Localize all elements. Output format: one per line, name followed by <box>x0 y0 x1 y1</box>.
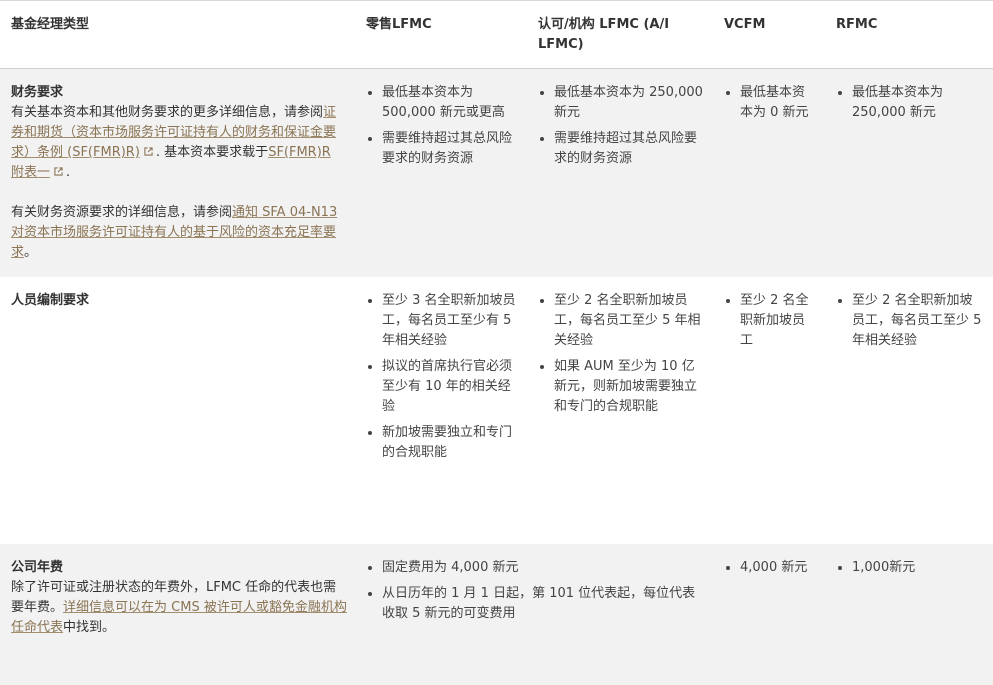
list-item: 需要维持超过其总风险要求的财务资源 <box>368 129 519 169</box>
requirement-list: 最低基本资本为 500,000 新元或更高 需要维持超过其总风险要求的财务资源 <box>366 83 519 169</box>
desc-text: 。 <box>24 245 38 260</box>
financial-requirements-row: 财务要求 有关基本资本和其他财务要求的更多详细信息，请参阅证券和期货（资本市场服… <box>0 68 993 277</box>
header-vcfm: VCFM <box>713 0 825 69</box>
list-item: 新加坡需要独立和专门的合规职能 <box>368 423 519 463</box>
row-description: 有关基本资本和其他财务要求的更多详细信息，请参阅证券和期货（资本市场服务许可证持… <box>11 103 347 263</box>
requirement-list: 最低基本资本为 250,000 新元 <box>836 83 985 123</box>
desc-text: 有关基本资本和其他财务要求的更多详细信息，请参阅 <box>11 105 324 120</box>
requirement-list: 4,000 新元 <box>724 558 817 578</box>
list-item: 4,000 新元 <box>726 558 817 578</box>
requirement-list: 至少 3 名全职新加坡员工，每名员工至少有 5 年相关经验 拟议的首席执行官必须至… <box>366 291 519 463</box>
retail-lfmc-cell: 最低基本资本为 500,000 新元或更高 需要维持超过其总风险要求的财务资源 <box>355 69 527 277</box>
rfmc-cell: 1,000新元 <box>825 544 993 685</box>
list-item: 最低基本资本为 500,000 新元或更高 <box>368 83 519 123</box>
annual-fees-cell: 公司年费 除了许可证或注册状态的年费外，LFMC 任命的代表也需要年费。详细信息… <box>0 544 355 685</box>
list-item: 至少 2 名全职新加坡员工，每名员工至少 5 年相关经验 <box>838 291 985 351</box>
external-link-icon <box>144 147 153 156</box>
header-retail-lfmc: 零售LFMC <box>355 0 527 69</box>
annual-fees-row: 公司年费 除了许可证或注册状态的年费外，LFMC 任命的代表也需要年费。详细信息… <box>0 543 993 685</box>
ai-lfmc-cell: 至少 2 名全职新加坡员工，每名员工至少 5 年相关经验 如果 AUM 至少为 1… <box>527 277 713 544</box>
header-rfmc: RFMC <box>825 0 993 69</box>
list-item: 至少 2 名全职新加坡员工 <box>726 291 817 351</box>
lfmc-fees-cell: 固定费用为 4,000 新元从日历年的 1 月 1 日起，第 101 位代表起，… <box>355 544 713 685</box>
retail-lfmc-cell: 至少 3 名全职新加坡员工，每名员工至少有 5 年相关经验 拟议的首席执行官必须至… <box>355 277 527 544</box>
desc-text: 有关财务资源要求的详细信息，请参阅 <box>11 205 233 220</box>
desc-text: 中找到。 <box>63 619 116 635</box>
list-item: 拟议的首席执行官必须至少有 10 年的相关经验 <box>368 357 519 417</box>
row-title: 财务要求 <box>11 85 64 100</box>
list-item: 1,000新元 <box>838 558 985 578</box>
vcfm-cell: 至少 2 名全职新加坡员工 <box>713 277 825 544</box>
list-item: 至少 3 名全职新加坡员工，每名员工至少有 5 年相关经验 <box>368 291 519 351</box>
ai-lfmc-cell: 最低基本资本为 250,000 新元 需要维持超过其总风险要求的财务资源 <box>527 69 713 277</box>
row-description: 除了许可证或注册状态的年费外，LFMC 任命的代表也需要年费。详细信息可以在为 … <box>11 578 347 638</box>
header-fund-manager-type: 基金经理类型 <box>0 0 355 69</box>
requirement-list: 最低基本资本为 0 新元 <box>724 83 817 123</box>
fund-manager-comparison-table: 基金经理类型 零售LFMC 认可/机构 LFMC (A/I LFMC) VCFM… <box>0 0 993 685</box>
list-item: 如果 AUM 至少为 10 亿新元，则新加坡需要独立和专门的合规职能 <box>540 357 705 417</box>
staffing-requirements-cell: 人员编制要求 <box>0 277 355 544</box>
list-item: 固定费用为 4,000 新元 <box>368 558 705 578</box>
requirement-list: 至少 2 名全职新加坡员工，每名员工至少 5 年相关经验 如果 AUM 至少为 1… <box>538 291 705 417</box>
external-link-icon <box>54 167 63 176</box>
vcfm-cell: 4,000 新元 <box>713 544 825 685</box>
requirement-list: 1,000新元 <box>836 558 985 578</box>
row-title: 人员编制要求 <box>11 292 90 308</box>
vcfm-cell: 最低基本资本为 0 新元 <box>713 69 825 277</box>
list-item: 最低基本资本为 250,000 新元 <box>540 83 705 123</box>
desc-text: . <box>66 165 71 180</box>
list-item: 最低基本资本为 250,000 新元 <box>838 83 985 123</box>
list-item: 需要维持超过其总风险要求的财务资源 <box>540 129 705 169</box>
requirement-list: 固定费用为 4,000 新元从日历年的 1 月 1 日起，第 101 位代表起，… <box>366 558 705 624</box>
rfmc-cell: 至少 2 名全职新加坡员工，每名员工至少 5 年相关经验 <box>825 277 993 544</box>
desc-text: . 基本资本要求载于 <box>155 145 269 160</box>
list-item: 最低基本资本为 0 新元 <box>726 83 817 123</box>
requirement-list: 最低基本资本为 250,000 新元 需要维持超过其总风险要求的财务资源 <box>538 83 705 169</box>
list-item: 至少 2 名全职新加坡员工，每名员工至少 5 年相关经验 <box>540 291 705 351</box>
row-title: 公司年费 <box>11 559 64 575</box>
rfmc-cell: 最低基本资本为 250,000 新元 <box>825 69 993 277</box>
list-item: 从日历年的 1 月 1 日起，第 101 位代表起，每位代表收取 5 新元的可变… <box>368 584 705 624</box>
requirement-list: 至少 2 名全职新加坡员工 <box>724 291 817 351</box>
financial-requirements-cell: 财务要求 有关基本资本和其他财务要求的更多详细信息，请参阅证券和期货（资本市场服… <box>0 69 355 277</box>
staffing-requirements-row: 人员编制要求 至少 3 名全职新加坡员工，每名员工至少有 5 年相关经验 拟议的首… <box>0 276 993 544</box>
header-ai-lfmc: 认可/机构 LFMC (A/I LFMC) <box>527 0 713 69</box>
requirement-list: 至少 2 名全职新加坡员工，每名员工至少 5 年相关经验 <box>836 291 985 351</box>
header-row: 基金经理类型 零售LFMC 认可/机构 LFMC (A/I LFMC) VCFM… <box>0 0 993 69</box>
